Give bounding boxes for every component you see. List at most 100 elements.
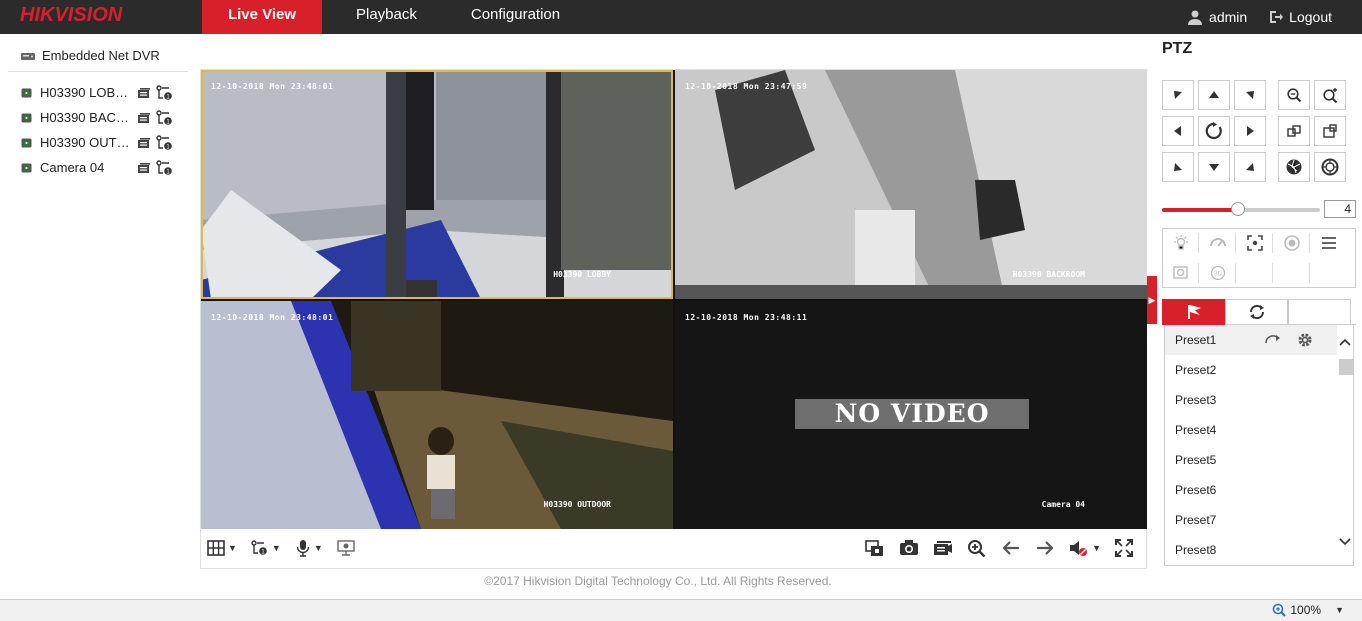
ptz-auto-pan-button[interactable] — [1198, 116, 1230, 146]
preset-item[interactable]: Preset3 — [1165, 385, 1353, 415]
ptz-up-right-button[interactable] — [1234, 80, 1266, 110]
record-icon[interactable] — [933, 539, 953, 557]
iris-open-icon — [1321, 158, 1339, 176]
window-division-button[interactable]: ▼ — [207, 537, 237, 559]
zoom-level: 100% — [1290, 603, 1322, 617]
ptz-speed-value[interactable]: 4 — [1324, 200, 1356, 218]
preset-item[interactable]: Preset6 — [1165, 475, 1353, 505]
preset-item[interactable]: Preset4 — [1165, 415, 1353, 445]
preset-item[interactable]: Preset1 — [1165, 325, 1353, 355]
stream-type-icon[interactable]: 1 — [156, 134, 174, 151]
iris-open-button[interactable] — [1314, 152, 1346, 182]
call-preset-icon[interactable] — [1265, 334, 1281, 346]
video-tile-1[interactable]: 12-10-2018 Mon 23:48:01 H03390 LOBBY — [201, 70, 673, 299]
preset-label: Preset4 — [1175, 423, 1217, 437]
tab-playback[interactable]: Playback — [322, 0, 443, 34]
arrow-down-left-icon — [1174, 163, 1182, 171]
record-icon[interactable] — [136, 111, 152, 125]
chevron-down-icon[interactable] — [1339, 537, 1351, 549]
microphone-button[interactable]: ▼ — [295, 537, 323, 559]
manual-tracking-button[interactable] — [1163, 263, 1199, 283]
ptz-down-left-button[interactable] — [1162, 152, 1194, 182]
stream-type-icon[interactable]: 1 — [156, 109, 174, 126]
digital-zoom-button[interactable] — [337, 537, 355, 559]
volume-button[interactable]: ▼ — [1069, 537, 1101, 559]
record-icon[interactable] — [136, 161, 152, 175]
microphone-icon — [296, 540, 310, 557]
3d-positioning-icon: 3D — [1210, 265, 1225, 281]
arrow-up-icon — [1209, 91, 1219, 98]
fullscreen-icon[interactable] — [1115, 539, 1133, 557]
lens-init-button[interactable] — [1274, 233, 1310, 253]
top-bar: HIKVISION Live View Playback Configurati… — [0, 0, 1362, 34]
no-video-overlay: NO VIDEO — [795, 399, 1029, 429]
preset-scrollbar[interactable] — [1337, 325, 1353, 565]
3d-positioning-button[interactable]: 3D — [1200, 263, 1236, 283]
next-page-icon[interactable] — [1035, 539, 1055, 557]
video-tile-3[interactable]: 12-10-2018 Mon 23:48:01 H03390 OUTDOOR — [201, 301, 673, 529]
slider-handle[interactable] — [1230, 202, 1245, 216]
menu-button[interactable] — [1311, 233, 1347, 253]
camera-node[interactable]: H03390 BACKROOM 1 — [8, 105, 188, 130]
preset-item[interactable]: Preset7 — [1165, 505, 1353, 535]
ptz-up-left-button[interactable] — [1162, 80, 1194, 110]
stop-all-icon[interactable] — [865, 539, 885, 557]
video-tile-2[interactable]: 12-10-2018 Mon 23:47:59 H03390 BACKROOM — [675, 70, 1147, 299]
dvr-node[interactable]: Embedded Net DVR — [8, 40, 188, 72]
zoom-control[interactable]: 100% ▼ — [1272, 603, 1344, 617]
preset-item[interactable]: Preset2 — [1165, 355, 1353, 385]
lobby-feed — [201, 70, 673, 299]
preset-item[interactable]: Preset5 — [1165, 445, 1353, 475]
zoom-icon[interactable] — [967, 539, 987, 557]
preset-item[interactable]: Preset8 — [1165, 535, 1353, 565]
ptz-speed-slider[interactable] — [1162, 202, 1320, 216]
logout-button[interactable]: Logout — [1269, 9, 1332, 25]
ptz-left-button[interactable] — [1162, 116, 1194, 146]
chevron-up-icon[interactable] — [1339, 337, 1351, 349]
zoom-in-button[interactable] — [1314, 80, 1346, 110]
capture-icon[interactable] — [899, 539, 919, 557]
iris-close-button[interactable] — [1278, 152, 1310, 182]
camera-node[interactable]: H03390 OUTDOOR 1 — [8, 130, 188, 155]
record-icon[interactable] — [136, 86, 152, 100]
tab-preset[interactable] — [1162, 299, 1225, 325]
wiper-button[interactable] — [1200, 233, 1236, 253]
tab-configuration[interactable]: Configuration — [443, 0, 588, 34]
hikvision-logo: HIKVISION — [20, 4, 123, 26]
focus-far-button[interactable] — [1314, 116, 1346, 146]
stream-type-button[interactable]: 1 ▼ — [251, 537, 281, 559]
ptz-down-button[interactable] — [1198, 152, 1230, 182]
stream-type-icon[interactable]: 1 — [156, 159, 174, 176]
zoom-in-icon — [1323, 88, 1338, 103]
preset-label: Preset7 — [1175, 513, 1217, 527]
record-icon[interactable] — [136, 136, 152, 150]
user-menu[interactable]: admin — [1187, 9, 1247, 25]
camera-node[interactable]: H03390 LOBBY 1 — [8, 80, 188, 105]
patrol-icon — [1249, 304, 1264, 320]
zoom-out-button[interactable] — [1278, 80, 1310, 110]
empty-slot — [1311, 263, 1347, 283]
lens-init-icon — [1283, 235, 1300, 251]
collapse-ptz-button[interactable]: ▶ — [1147, 276, 1157, 324]
light-icon — [1173, 235, 1188, 250]
gear-icon[interactable] — [1297, 332, 1313, 348]
camera-node[interactable]: Camera 04 1 — [8, 155, 188, 180]
osd-timestamp: 12-10-2018 Mon 23:48:11 — [685, 313, 808, 322]
ptz-right-button[interactable] — [1234, 116, 1266, 146]
previous-page-icon[interactable] — [1001, 539, 1021, 557]
empty-slot — [1237, 263, 1273, 283]
video-tile-4[interactable]: 12-10-2018 Mon 23:48:11 NO VIDEO Camera … — [675, 301, 1147, 529]
dvr-name: Embedded Net DVR — [42, 48, 160, 63]
ptz-down-right-button[interactable] — [1234, 152, 1266, 182]
tab-live-view[interactable]: Live View — [202, 0, 322, 34]
preset-label: Preset5 — [1175, 453, 1217, 467]
focus-near-button[interactable] — [1278, 116, 1310, 146]
tab-patrol[interactable] — [1225, 299, 1288, 325]
scrollbar-thumb[interactable] — [1339, 359, 1353, 375]
ptz-title: PTZ — [1162, 40, 1193, 57]
stream-type-icon[interactable]: 1 — [156, 84, 174, 101]
ptz-up-button[interactable] — [1198, 80, 1230, 110]
auxiliary-focus-button[interactable] — [1237, 233, 1273, 253]
light-button[interactable] — [1163, 233, 1199, 253]
tab-pattern[interactable] — [1288, 299, 1351, 325]
